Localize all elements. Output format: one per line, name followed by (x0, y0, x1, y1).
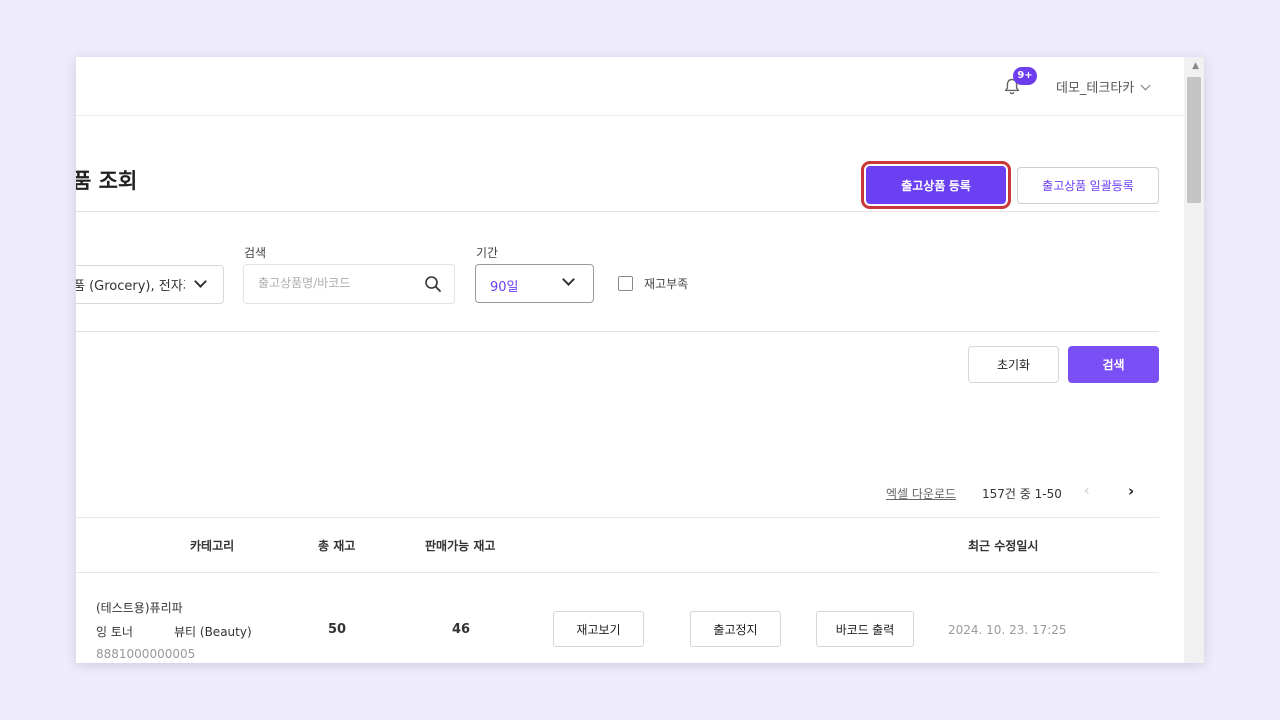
results-range: 157건 중 1-50 (982, 487, 1062, 501)
stop-shipping-button[interactable]: 출고정지 (690, 611, 781, 647)
vertical-scrollbar[interactable]: ▲ (1184, 57, 1204, 663)
excel-download-link[interactable]: 엑셀 다운로드 (886, 485, 956, 502)
chevron-down-icon (562, 273, 575, 286)
period-select[interactable]: 90일 (475, 264, 594, 303)
product-barcode: 8881000000005 (96, 647, 196, 661)
next-page-icon[interactable]: › (1128, 482, 1134, 500)
print-barcode-button[interactable]: 바코드 출력 (816, 611, 914, 647)
column-header-updated-at: 최근 수정일시 (968, 539, 1039, 553)
out-of-stock-label: 재고부족 (644, 277, 689, 291)
filter-divider (76, 331, 1159, 332)
reset-button[interactable]: 초기화 (968, 346, 1059, 383)
prev-page-icon[interactable]: ‹ (1084, 483, 1090, 499)
register-product-button[interactable]: 출고상품 등록 (861, 161, 1011, 209)
app-window: 9+ 데모_테크타카 품 조회 출고상품 등록 출고상품 일괄등록 품 (Gro… (76, 57, 1204, 663)
product-name-cont: 잉 토너 (96, 625, 133, 639)
chevron-down-icon (194, 275, 207, 288)
search-input[interactable] (256, 275, 420, 291)
page-title: 품 조회 (76, 169, 138, 193)
search-icon[interactable] (424, 275, 442, 293)
view-stock-button[interactable]: 재고보기 (553, 611, 644, 647)
total-stock: 50 (328, 622, 347, 637)
table-divider (76, 572, 1159, 573)
category-select[interactable]: 품 (Grocery), 전자기 (76, 265, 224, 304)
out-of-stock-checkbox[interactable] (618, 276, 633, 291)
user-menu[interactable]: 데모_테크타카 (1056, 77, 1151, 96)
column-header-available-stock: 판매가능 재고 (425, 539, 496, 553)
available-stock: 46 (452, 622, 471, 637)
product-category: 뷰티 (Beauty) (174, 625, 252, 639)
notification-badge: 9+ (1013, 67, 1037, 85)
category-select-value: 품 (Grocery), 전자기 (76, 279, 185, 294)
user-name: 데모_테크타카 (1056, 81, 1135, 96)
search-label: 검색 (244, 246, 267, 260)
period-label: 기간 (476, 246, 499, 260)
column-header-total-stock: 총 재고 (318, 539, 356, 553)
product-name: (테스트용)퓨리파 (96, 601, 183, 615)
scroll-thumb[interactable] (1187, 77, 1201, 203)
updated-at: 2024. 10. 23. 17:25 (948, 623, 1067, 637)
period-select-value: 90일 (490, 280, 519, 295)
search-box (243, 264, 455, 304)
top-bar: 9+ 데모_테크타카 (76, 57, 1184, 116)
title-divider (76, 211, 1159, 212)
bulk-register-button[interactable]: 출고상품 일괄등록 (1017, 167, 1159, 204)
chevron-down-icon (1140, 80, 1151, 90)
column-header-category: 카테고리 (190, 539, 235, 553)
table-divider (76, 517, 1159, 518)
search-button[interactable]: 검색 (1068, 346, 1159, 383)
scroll-up-icon[interactable]: ▲ (1192, 61, 1199, 71)
